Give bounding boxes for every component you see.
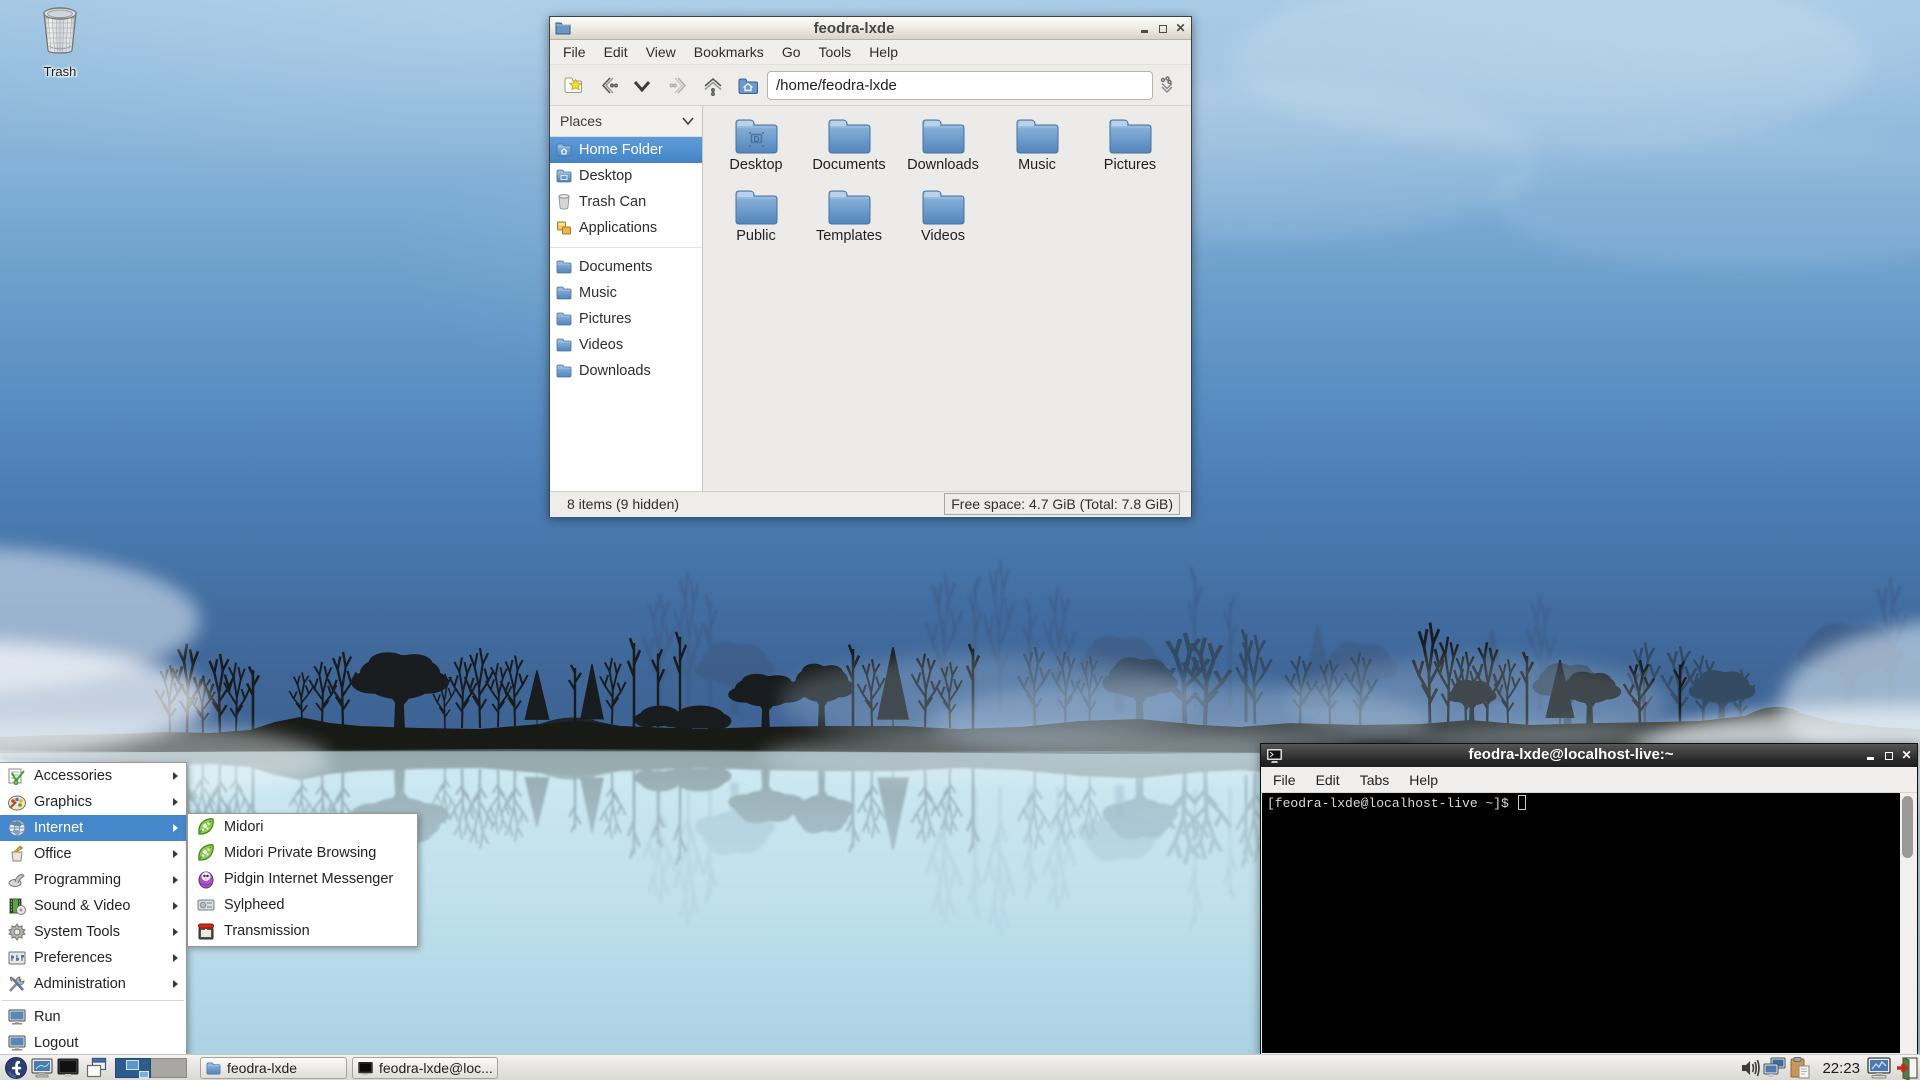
- svg-text:D: D: [753, 135, 759, 144]
